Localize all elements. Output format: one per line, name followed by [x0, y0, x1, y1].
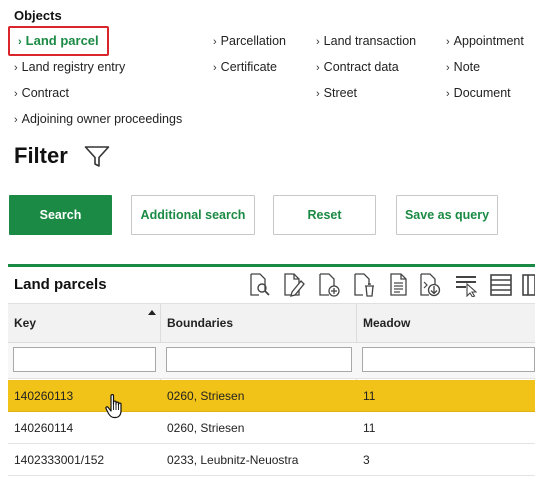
- select-rows-icon[interactable]: [455, 273, 477, 297]
- edit-document-icon[interactable]: [283, 273, 305, 297]
- objects-heading: Objects: [14, 8, 62, 23]
- additional-search-button[interactable]: Additional search: [131, 195, 255, 235]
- add-document-icon[interactable]: [318, 273, 340, 297]
- object-link-certificate[interactable]: › Certificate: [213, 60, 277, 74]
- chevron-right-icon: ›: [213, 36, 217, 48]
- key-filter-input[interactable]: [13, 347, 156, 372]
- key-cell: 140260114: [14, 421, 74, 435]
- boundaries-cell: 0233, Leubnitz-Neuostra: [167, 453, 299, 467]
- object-link-label: Land registry entry: [21, 60, 126, 74]
- grid-header-row: [8, 303, 535, 343]
- object-link-label: Document: [453, 86, 511, 100]
- object-link-appointment[interactable]: › Appointment: [446, 34, 524, 48]
- object-link-label: Street: [323, 86, 358, 100]
- meadow-cell: 11: [363, 389, 376, 403]
- object-link-street[interactable]: › Street: [316, 86, 357, 100]
- column-header-key[interactable]: Key: [14, 316, 36, 330]
- object-link-adjoining-owner-proceedings[interactable]: › Adjoining owner proceedings: [14, 112, 182, 126]
- boundaries-filter-input[interactable]: [166, 347, 352, 372]
- table-row[interactable]: [8, 380, 535, 412]
- object-link-land-registry-entry[interactable]: › Land registry entry: [14, 60, 125, 74]
- object-link-contract[interactable]: › Contract: [14, 86, 69, 100]
- boundaries-cell: 0260, Striesen: [167, 421, 245, 435]
- save-as-query-button-label: Save as query: [404, 208, 490, 222]
- chevron-right-icon: ›: [446, 88, 450, 100]
- meadow-cell: 3: [363, 453, 370, 467]
- delete-document-icon[interactable]: [353, 273, 375, 297]
- object-link-label: Contract: [21, 86, 69, 100]
- grid-title: Land parcels: [14, 276, 107, 293]
- chevron-right-icon: ›: [446, 36, 450, 48]
- hand-cursor-icon: [105, 394, 122, 419]
- table-row[interactable]: [8, 412, 535, 444]
- sort-ascending-icon[interactable]: [148, 310, 156, 315]
- object-link-label: Contract data: [323, 60, 399, 74]
- meadow-cell: 11: [363, 421, 376, 435]
- additional-search-button-label: Additional search: [140, 208, 246, 222]
- object-link-contract-data[interactable]: › Contract data: [316, 60, 399, 74]
- funnel-icon[interactable]: [84, 145, 110, 169]
- object-link-land-parcel[interactable]: › Land parcel: [18, 33, 99, 48]
- key-cell: 1402333001/152: [14, 453, 105, 467]
- column-header-boundaries[interactable]: Boundaries: [167, 316, 233, 330]
- meadow-filter-input[interactable]: [362, 347, 535, 372]
- chevron-right-icon: ›: [316, 88, 320, 100]
- object-link-label: Note: [453, 60, 481, 74]
- object-link-label: Certificate: [220, 60, 277, 74]
- chevron-right-icon: ›: [316, 36, 320, 48]
- chevron-right-icon: ›: [316, 62, 320, 74]
- export-document-icon[interactable]: [419, 273, 441, 297]
- save-as-query-button[interactable]: Save as query: [396, 195, 498, 235]
- list-view-icon[interactable]: [490, 273, 512, 297]
- key-cell: 140260113: [14, 389, 74, 403]
- reset-button-label: Reset: [307, 208, 342, 222]
- object-link-note[interactable]: › Note: [446, 60, 480, 74]
- object-link-label: Land transaction: [323, 34, 417, 48]
- filter-heading: Filter: [14, 143, 68, 168]
- object-link-label: Appointment: [453, 34, 524, 48]
- columns-icon[interactable]: [522, 273, 535, 297]
- search-button[interactable]: Search: [9, 195, 112, 235]
- chevron-right-icon: ›: [213, 62, 217, 74]
- chevron-right-icon: ›: [18, 36, 22, 48]
- object-link-parcellation[interactable]: › Parcellation: [213, 34, 286, 48]
- object-link-label: Parcellation: [220, 34, 286, 48]
- chevron-right-icon: ›: [14, 88, 18, 100]
- text-document-icon[interactable]: [388, 273, 410, 297]
- grid-accent-bar: [8, 264, 535, 267]
- object-link-label: Land parcel: [25, 33, 99, 48]
- object-link-label: Adjoining owner proceedings: [21, 112, 183, 126]
- object-link-land-transaction[interactable]: › Land transaction: [316, 34, 416, 48]
- chevron-right-icon: ›: [14, 62, 18, 74]
- object-link-document[interactable]: › Document: [446, 86, 511, 100]
- boundaries-cell: 0260, Striesen: [167, 389, 245, 403]
- column-header-meadow[interactable]: Meadow: [363, 316, 410, 330]
- search-button-label: Search: [39, 208, 82, 222]
- view-document-icon[interactable]: [249, 273, 271, 297]
- chevron-right-icon: ›: [14, 114, 18, 126]
- chevron-right-icon: ›: [446, 62, 450, 74]
- reset-button[interactable]: Reset: [273, 195, 376, 235]
